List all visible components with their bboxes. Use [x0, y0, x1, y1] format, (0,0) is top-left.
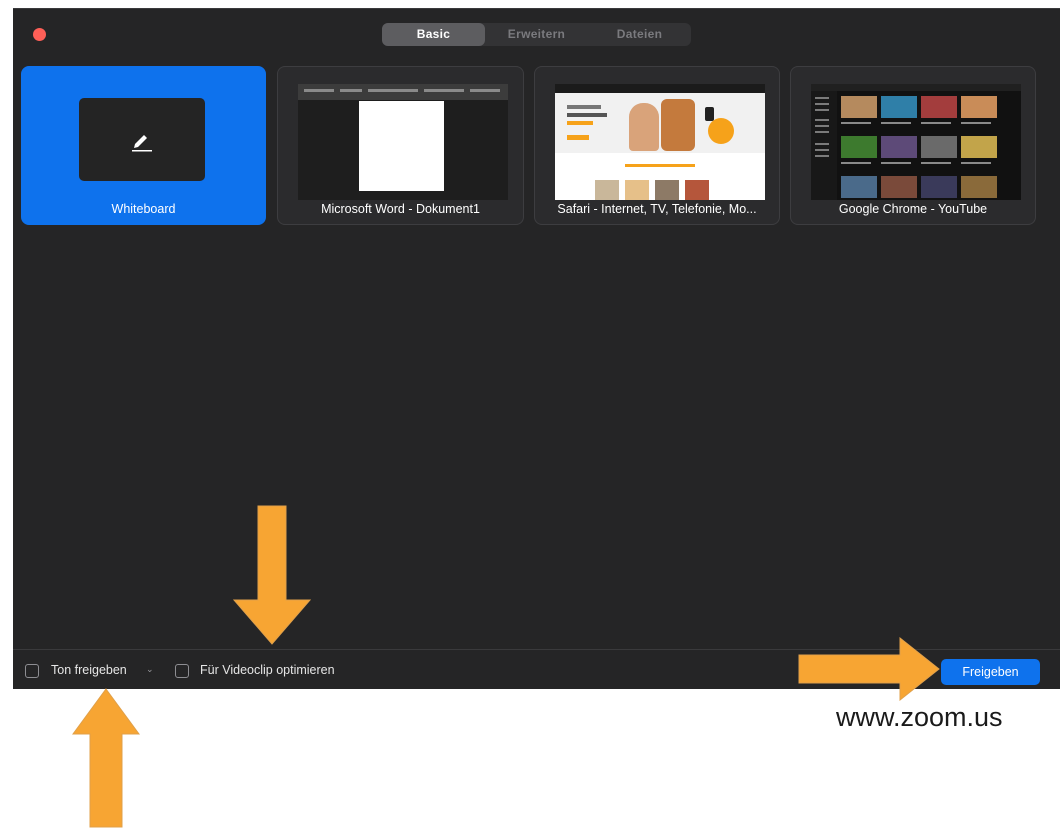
arrow-down-icon — [233, 505, 311, 645]
share-audio-label[interactable]: Ton freigeben — [51, 663, 127, 677]
tab-erweitern[interactable]: Erweitern — [485, 23, 588, 46]
pencil-icon — [132, 135, 152, 152]
share-item-chrome[interactable]: Google Chrome - YouTube — [790, 66, 1036, 225]
share-item-label: Google Chrome - YouTube — [838, 202, 988, 216]
share-button[interactable]: Freigeben — [941, 659, 1040, 685]
share-item-whiteboard[interactable]: Whiteboard — [21, 66, 266, 225]
arrow-up-icon — [72, 688, 140, 828]
safari-window-thumbnail — [555, 84, 765, 200]
share-item-safari[interactable]: Safari - Internet, TV, Telefonie, Mo... — [534, 66, 780, 225]
close-window-button[interactable] — [33, 28, 46, 41]
word-window-thumbnail — [298, 84, 508, 200]
footer-url: www.zoom.us — [836, 702, 1003, 732]
share-screen-window: Basic Erweitern Dateien Whiteboard Micro… — [13, 8, 1060, 689]
chevron-down-icon[interactable]: ⌄ — [146, 664, 154, 675]
arrow-right-icon — [798, 637, 940, 701]
whiteboard-preview — [79, 98, 205, 181]
share-tabs: Basic Erweitern Dateien — [382, 23, 691, 46]
optimize-video-checkbox[interactable] — [175, 664, 189, 678]
share-item-label: Whiteboard — [111, 202, 176, 216]
share-item-label: Microsoft Word - Dokument1 — [321, 202, 480, 216]
optimize-video-label[interactable]: Für Videoclip optimieren — [200, 663, 335, 677]
share-audio-checkbox[interactable] — [25, 664, 39, 678]
tab-basic[interactable]: Basic — [382, 23, 485, 46]
chrome-window-thumbnail — [811, 84, 1021, 200]
share-item-label: Safari - Internet, TV, Telefonie, Mo... — [557, 202, 757, 216]
share-item-word[interactable]: Microsoft Word - Dokument1 — [277, 66, 524, 225]
tab-dateien[interactable]: Dateien — [588, 23, 691, 46]
